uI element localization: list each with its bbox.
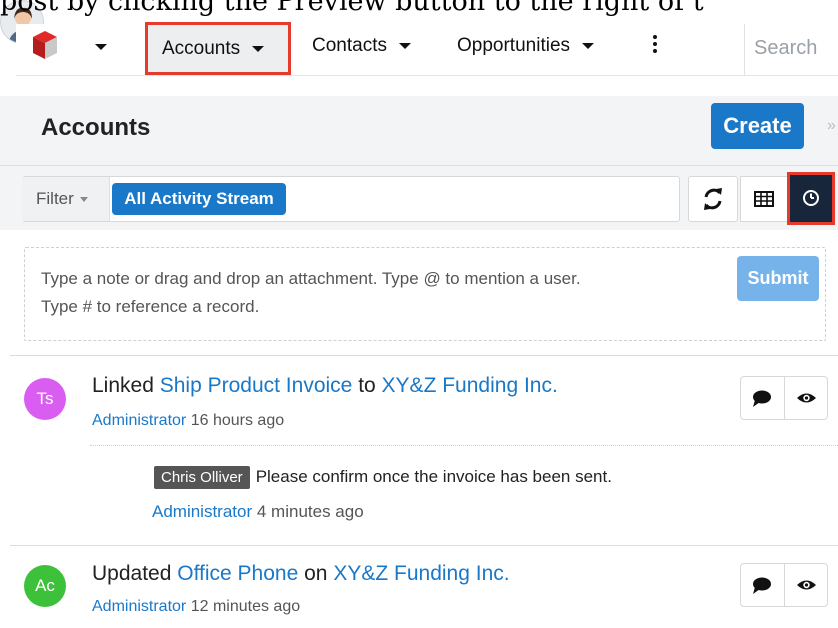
doc-caption: post by clicking the Preview button to t… (0, 0, 704, 17)
nav-tab-contacts-label: Contacts (312, 35, 387, 56)
activity-summary: Linked Ship Product Invoice to XY&Z Fund… (92, 374, 558, 398)
activity-action: Updated (92, 562, 172, 585)
comment-body: Please confirm once the invoice has been… (255, 466, 612, 486)
activity-meta: Administrator 16 hours ago (92, 412, 284, 430)
refresh-icon (704, 188, 722, 210)
note-input-area[interactable] (24, 247, 826, 341)
filter-dropdown[interactable]: Filter (22, 177, 110, 221)
user-link[interactable]: Administrator (92, 598, 186, 615)
nav-tab-contacts[interactable]: Contacts (312, 30, 411, 62)
filter-label: Filter (36, 189, 74, 208)
nav-tab-accounts[interactable]: Accounts (145, 22, 291, 75)
nav-tab-accounts-label: Accounts (162, 38, 241, 59)
divider (10, 355, 838, 356)
timestamp: 16 hours ago (190, 412, 285, 429)
active-filter-pill[interactable]: All Activity Stream (112, 183, 286, 215)
preview-eye-icon[interactable] (785, 377, 828, 419)
avatar[interactable]: Ac (24, 565, 66, 607)
page-title: Accounts (41, 114, 151, 141)
list-view-button[interactable] (740, 176, 788, 222)
user-link[interactable]: Administrator (152, 502, 252, 521)
activity-connector: on (304, 562, 328, 585)
more-menu-icon[interactable] (650, 33, 660, 61)
refresh-button[interactable] (688, 176, 738, 222)
logo-cube-icon[interactable] (32, 30, 58, 60)
timestamp: 4 minutes ago (256, 502, 364, 521)
divider (10, 545, 838, 546)
top-navigation-bar (16, 24, 838, 76)
record-link[interactable]: Ship Product Invoice (160, 374, 353, 397)
nav-tab-opportunities[interactable]: Opportunities (457, 30, 595, 62)
logo-chevron-down-icon[interactable] (95, 44, 107, 50)
submit-button[interactable]: Submit (737, 256, 819, 301)
table-grid-icon (754, 191, 774, 207)
target-link[interactable]: XY&Z Funding Inc. (333, 562, 509, 585)
clock-icon (803, 190, 819, 206)
nav-tab-opportunities-label: Opportunities (457, 35, 571, 56)
mention-tag[interactable]: Chris Olliver (154, 466, 250, 489)
note-placeholder-line1[interactable]: Type a note or drag and drop an attachme… (41, 269, 581, 289)
comment-icon[interactable] (741, 377, 784, 419)
activity-meta: Administrator 12 minutes ago (92, 598, 300, 616)
user-link[interactable]: Administrator (92, 412, 186, 429)
chevron-down-icon[interactable] (398, 42, 411, 49)
activity-connector: to (358, 374, 376, 397)
activity-summary: Updated Office Phone on XY&Z Funding Inc… (92, 562, 510, 586)
preview-eye-icon[interactable] (785, 564, 828, 606)
comment-icon[interactable] (741, 564, 784, 606)
comment-text: Chris Olliver Please confirm once the inv… (154, 466, 612, 489)
target-link[interactable]: XY&Z Funding Inc. (382, 374, 558, 397)
activity-stream-toggle[interactable] (787, 172, 835, 225)
divider (90, 445, 838, 446)
search-input[interactable]: Search (754, 37, 817, 60)
chevron-down-icon (79, 197, 88, 203)
chevron-down-icon[interactable] (252, 45, 265, 52)
note-placeholder-line2[interactable]: Type # to reference a record. (41, 297, 259, 317)
avatar[interactable]: Ts (24, 378, 66, 420)
activity-actions (740, 563, 828, 607)
activity-actions (740, 376, 828, 420)
chevron-down-icon[interactable] (582, 42, 595, 49)
create-button[interactable]: Create (711, 103, 804, 149)
activity-action: Linked (92, 374, 154, 397)
comment-meta: Administrator 4 minutes ago (152, 502, 364, 522)
collapse-sidebar-icon[interactable]: » (827, 117, 836, 135)
timestamp: 12 minutes ago (190, 598, 301, 615)
record-link[interactable]: Office Phone (177, 562, 298, 585)
